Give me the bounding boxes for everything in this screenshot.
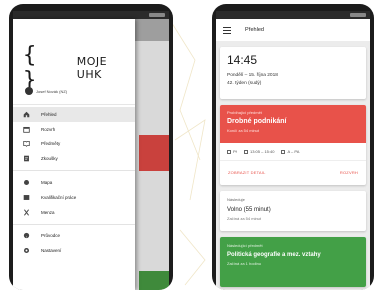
drawer-item-mapa[interactable]: Mapa (13, 175, 135, 190)
drawer-item-label: Menza (41, 209, 55, 215)
show-detail-button[interactable]: ZOBRAZIT DETAIL (228, 170, 266, 175)
current-subject-info: Př 13:05 – 15:40 A – PA (220, 143, 366, 161)
logo-braces: { } (23, 43, 40, 93)
drawer-item-kvalifikacni-prace[interactable]: Kvalifikační práce (13, 190, 135, 205)
drawer-item-label: Průvodce (41, 233, 61, 239)
status-bar (216, 11, 370, 19)
drawer-item-label: Přehled (41, 111, 57, 117)
app-bar: Přehled (216, 19, 370, 41)
behind-green-card (139, 271, 169, 290)
drawer-item-label: Nastavení (41, 248, 62, 254)
behind-red-card (139, 135, 169, 171)
time-card: 14:45 Pondělí – 15. října 2018 42. týden… (220, 47, 366, 99)
type-icon (227, 149, 231, 154)
gear-icon (23, 247, 30, 254)
menu-icon[interactable] (223, 26, 231, 34)
map-icon (23, 179, 30, 186)
next-slot-title: Volno (55 minut) (227, 207, 271, 213)
drawer-item-nastaveni[interactable]: Nastavení (13, 243, 135, 258)
next-slot-card[interactable]: Následuje Volno (55 minut) Začíná za 54 … (220, 191, 366, 231)
next-slot-starts: Začíná za 54 minut (227, 216, 262, 221)
drawer-item-label: Předměty (41, 141, 61, 147)
right-phone: Přehled 14:45 Pondělí – 15. října 2018 4… (212, 4, 374, 290)
upcoming-subject-name: Politická geografie a mez. vztahy (227, 252, 321, 258)
week-info: 42. týden (sudý) (227, 81, 262, 86)
subject-type: Př (233, 149, 237, 154)
current-subject-ends: Končí za 54 minut (227, 128, 260, 133)
account-icon (25, 87, 33, 95)
upcoming-subject-label: Následující předmět (227, 243, 263, 248)
drawer-item-label: Kvalifikační práce (41, 194, 77, 200)
drawer-item-zkousky[interactable]: Zkoušky (13, 151, 135, 166)
drawer-item-rozvrh[interactable]: Rozvrh (13, 122, 135, 137)
left-phone: { } MOJE UHK Josef Novák (NZ) Přehled Ro… (9, 4, 173, 290)
drawer-item-menza[interactable]: Menza (13, 205, 135, 220)
logo-text: MOJE UHK (76, 55, 108, 81)
upcoming-subject-starts: Začíná za 1 hodinu (227, 261, 262, 266)
current-subject-actions: ZOBRAZIT DETAIL ROZVRH (220, 161, 366, 184)
fork-knife-icon (23, 209, 30, 216)
drawer-item-pruvodce[interactable]: Průvodce (13, 229, 135, 244)
overview-content: 14:45 Pondělí – 15. října 2018 42. týden… (216, 41, 370, 290)
subject-room: A – PA (287, 149, 300, 154)
drawer-menu: Přehled Rozvrh Předměty Zkoušky Mapa Kva… (13, 105, 135, 258)
app-logo: { } MOJE UHK (23, 43, 135, 93)
subject-time-range: 13:05 – 15:40 (250, 149, 275, 154)
status-bar (13, 11, 169, 19)
current-date: Pondělí – 15. října 2018 (227, 73, 278, 78)
book-icon (23, 140, 30, 148)
current-subject-card[interactable]: Probíhající předmět Drobné podnikání Kon… (220, 105, 366, 185)
clock-icon (244, 149, 248, 154)
next-slot-label: Následuje (227, 197, 245, 202)
drawer-item-label: Mapa (41, 180, 53, 186)
timetable-button[interactable]: ROZVRH (340, 170, 358, 175)
drawer-item-prehled[interactable]: Přehled (13, 107, 135, 122)
current-subject-label: Probíhající předmět (227, 110, 262, 115)
drawer-divider (13, 170, 135, 172)
upcoming-subject-card[interactable]: Následující předmět Politická geografie … (220, 237, 366, 287)
thesis-icon (23, 194, 30, 201)
help-icon (23, 232, 30, 239)
user-account[interactable]: Josef Novák (NZ) (25, 87, 67, 95)
drawer-item-label: Zkoušky (41, 156, 58, 162)
current-subject-name: Drobné podnikání (227, 118, 287, 125)
app-bar-title: Přehled (245, 27, 264, 33)
drawer-item-predmety[interactable]: Předměty (13, 137, 135, 152)
right-screen: Přehled 14:45 Pondělí – 15. října 2018 4… (216, 11, 370, 290)
user-name: Josef Novák (NZ) (36, 88, 68, 94)
current-subject-header: Probíhající předmět Drobné podnikání Kon… (220, 105, 366, 143)
calendar-icon (23, 126, 30, 133)
exam-icon (23, 155, 30, 162)
upcoming-subject-header: Následující předmět Politická geografie … (220, 237, 366, 287)
home-icon (23, 111, 30, 118)
drawer-header: { } MOJE UHK Josef Novák (NZ) (13, 19, 135, 105)
drawer-item-label: Rozvrh (41, 126, 56, 132)
current-time: 14:45 (227, 53, 258, 67)
navigation-drawer: { } MOJE UHK Josef Novák (NZ) Přehled Ro… (13, 19, 135, 290)
drawer-divider (13, 223, 135, 225)
left-screen: { } MOJE UHK Josef Novák (NZ) Přehled Ro… (13, 11, 169, 290)
location-icon (281, 149, 286, 154)
